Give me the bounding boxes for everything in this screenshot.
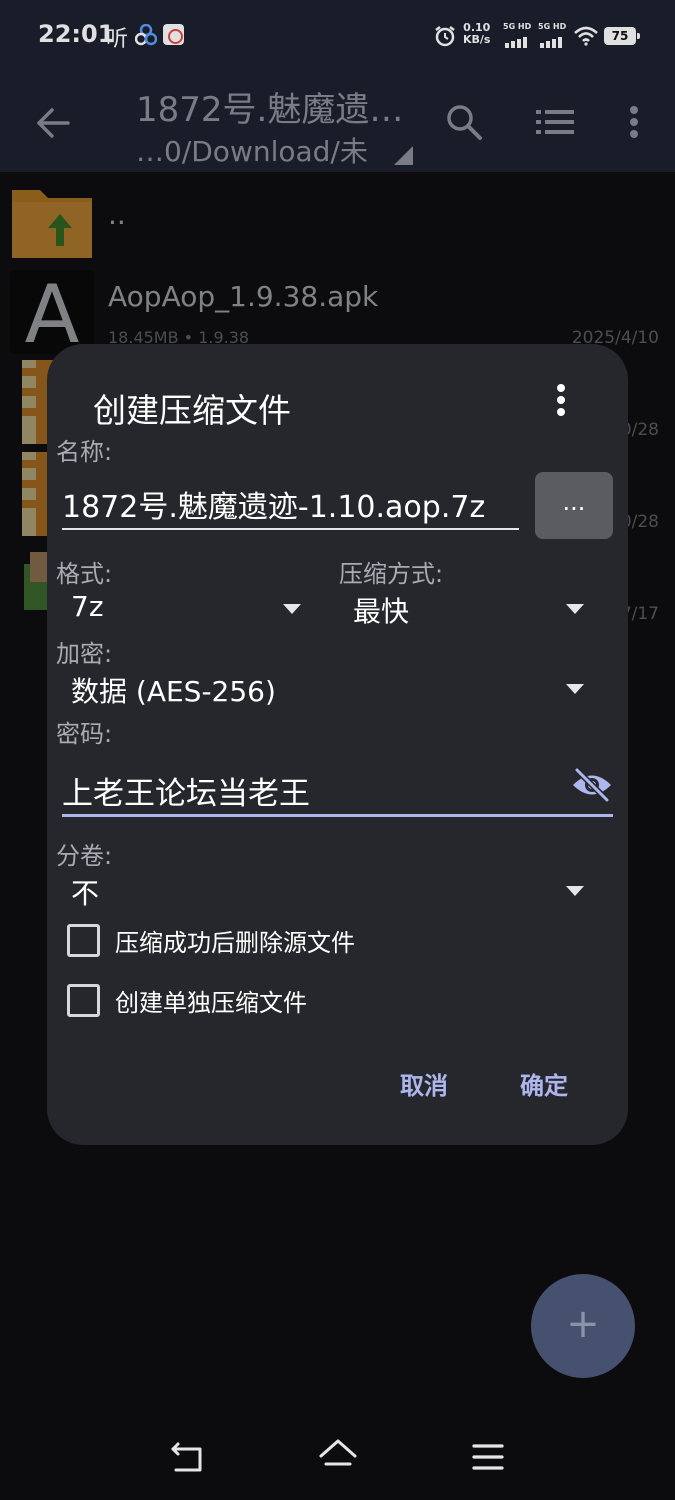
- separate-archive-checkbox[interactable]: [67, 984, 100, 1017]
- split-select[interactable]: 不: [71, 872, 589, 916]
- separate-archive-option[interactable]: 创建单独压缩文件: [67, 981, 487, 1021]
- archive-name-input[interactable]: 1872号.魅魔遗迹-1.10.aop.7z: [62, 472, 519, 530]
- password-label: 密码:: [56, 720, 113, 748]
- encryption-value: 数据 (AES-256): [71, 675, 276, 708]
- chevron-down-icon: [566, 886, 584, 896]
- split-label: 分卷:: [56, 842, 113, 870]
- method-select[interactable]: 最快: [353, 590, 589, 634]
- chevron-down-icon: [566, 604, 584, 614]
- password-value: 上老王论坛当老王: [62, 776, 310, 812]
- format-label: 格式:: [56, 560, 113, 588]
- name-label: 名称:: [56, 438, 113, 466]
- password-input[interactable]: 上老王论坛当老王: [62, 760, 613, 817]
- visibility-off-icon[interactable]: [570, 766, 614, 804]
- toolbar-scrim: [0, 0, 675, 172]
- dialog-overflow-menu-icon[interactable]: [547, 382, 575, 418]
- ok-button[interactable]: 确定: [520, 1066, 568, 1101]
- cancel-button[interactable]: 取消: [400, 1066, 448, 1101]
- plus-icon: +: [566, 1301, 600, 1347]
- split-value: 不: [71, 877, 100, 910]
- create-archive-dialog: 创建压缩文件 名称: 1872号.魅魔遗迹-1.10.aop.7z ... 格式…: [47, 344, 628, 1145]
- format-select[interactable]: 7z: [71, 590, 307, 634]
- separate-archive-label: 创建单独压缩文件: [115, 989, 307, 1017]
- dialog-title: 创建压缩文件: [93, 391, 291, 430]
- method-value: 最快: [353, 595, 410, 628]
- format-value: 7z: [71, 590, 104, 623]
- nav-home-icon[interactable]: [318, 1438, 358, 1474]
- encryption-select[interactable]: 数据 (AES-256): [71, 670, 589, 714]
- delete-source-label: 压缩成功后删除源文件: [115, 929, 355, 957]
- nav-back-icon[interactable]: [170, 1440, 206, 1474]
- chevron-down-icon: [566, 684, 584, 694]
- chevron-down-icon: [283, 604, 301, 614]
- add-fab-button[interactable]: +: [531, 1274, 635, 1378]
- delete-source-checkbox[interactable]: [67, 924, 100, 957]
- encryption-label: 加密:: [56, 640, 113, 668]
- delete-source-option[interactable]: 压缩成功后删除源文件: [67, 921, 487, 961]
- method-label: 压缩方式:: [339, 560, 444, 588]
- nav-recents-icon[interactable]: [472, 1442, 504, 1472]
- browse-path-button[interactable]: ...: [535, 472, 613, 539]
- system-nav-bar: [0, 1420, 675, 1500]
